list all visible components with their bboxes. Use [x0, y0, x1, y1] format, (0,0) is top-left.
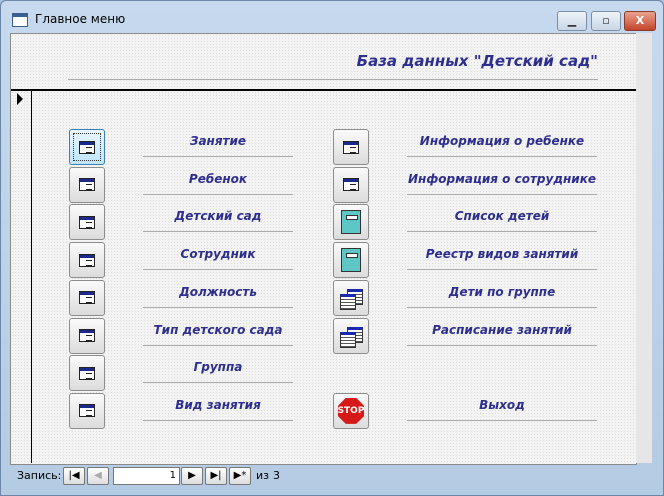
close-button[interactable]: X	[624, 11, 656, 31]
last-record-button[interactable]: ▶|	[205, 467, 227, 485]
of-label: из	[256, 469, 269, 482]
menu-item-label[interactable]: Реестр видов занятий	[407, 241, 597, 271]
open-right-item-button[interactable]	[333, 204, 369, 241]
window-title: Главное меню	[35, 12, 126, 26]
first-record-button[interactable]: |◀	[63, 467, 85, 485]
exit-label[interactable]: Выход	[407, 392, 597, 421]
form-icon	[79, 178, 95, 192]
new-record-button[interactable]: ▶*	[229, 467, 251, 485]
menu-item-label[interactable]: Сотрудник	[143, 241, 293, 271]
maximize-button[interactable]: ▫	[591, 11, 621, 31]
open-left-item-button[interactable]	[69, 204, 105, 241]
open-left-item-button[interactable]	[69, 355, 105, 392]
prev-record-button[interactable]: ◀	[87, 467, 109, 485]
menu-item-label[interactable]: Группа	[143, 354, 293, 384]
menu-item-label[interactable]: Информация о ребенке	[407, 128, 597, 157]
query-icon	[340, 288, 363, 310]
menu-item-label[interactable]: Информация о сотруднике	[407, 166, 597, 195]
section-divider	[11, 89, 636, 91]
menu-item-label[interactable]: Расписание занятий	[407, 317, 597, 346]
form-icon	[79, 329, 95, 342]
form-icon	[343, 140, 359, 154]
stop-icon: STOP	[338, 397, 364, 424]
menu-item-label[interactable]: Ребенок	[143, 166, 293, 195]
report-icon	[341, 210, 361, 235]
menu-item-label[interactable]: Дети по группе	[407, 279, 597, 308]
menu-item-label[interactable]: Должность	[143, 279, 293, 308]
exit-button[interactable]: STOP	[333, 392, 369, 429]
form-icon	[12, 13, 28, 27]
menu-item-label[interactable]: Вид занятия	[143, 392, 293, 421]
form-icon	[79, 366, 95, 380]
query-icon	[340, 326, 363, 348]
report-icon	[341, 248, 361, 273]
minimize-button[interactable]: ▁	[557, 11, 587, 31]
form-icon	[79, 404, 95, 418]
form-icon	[79, 253, 95, 267]
open-left-item-button[interactable]	[69, 242, 105, 279]
record-selector-icon[interactable]	[17, 93, 23, 105]
form-body: База данных "Детский сад" Занятие Ребенок…	[10, 33, 637, 465]
menu-item-label[interactable]: Занятие	[143, 128, 293, 157]
scroll-area	[636, 33, 652, 463]
open-left-item-button[interactable]	[69, 317, 105, 354]
open-right-item-button[interactable]	[333, 166, 369, 203]
form-icon	[343, 178, 359, 192]
form-icon	[79, 291, 95, 305]
form-icon	[79, 215, 95, 229]
record-label: Запись:	[17, 469, 62, 482]
open-left-item-button[interactable]	[69, 392, 105, 429]
open-right-item-button[interactable]	[333, 279, 369, 316]
record-total: 3	[273, 469, 280, 482]
open-right-item-button[interactable]	[333, 129, 369, 165]
menu-item-label[interactable]: Детский сад	[143, 203, 293, 233]
menu-item-label[interactable]: Список детей	[407, 203, 597, 233]
record-number-input[interactable]: 1	[113, 467, 180, 485]
next-record-button[interactable]: ▶	[181, 467, 203, 485]
open-left-item-button[interactable]	[69, 129, 105, 165]
form-header-title: База данных "Детский сад"	[356, 52, 598, 70]
form-icon	[79, 140, 95, 154]
record-selector-line	[31, 91, 32, 463]
open-left-item-button[interactable]	[69, 166, 105, 203]
open-right-item-button[interactable]	[333, 317, 369, 354]
open-left-item-button[interactable]	[69, 279, 105, 316]
open-right-item-button[interactable]	[333, 242, 369, 279]
menu-item-label[interactable]: Тип детского сада	[143, 317, 293, 346]
divider	[68, 79, 598, 80]
